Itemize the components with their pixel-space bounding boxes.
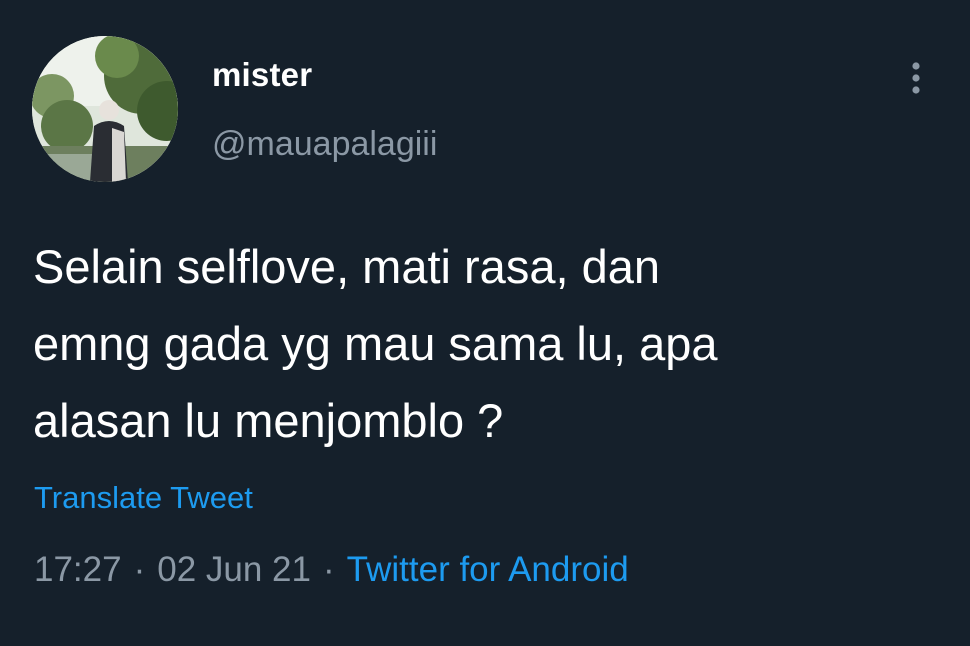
display-name[interactable]: mister <box>212 56 312 94</box>
translate-tweet-link[interactable]: Translate Tweet <box>34 480 253 516</box>
separator: · <box>323 550 335 589</box>
more-options-button[interactable] <box>898 58 934 98</box>
avatar[interactable] <box>32 36 178 182</box>
tweet-metadata: 17:27 · 02 Jun 21 · Twitter for Android <box>34 550 629 590</box>
tweet-text: Selain selflove, mati rasa, dan emng gad… <box>33 240 718 447</box>
user-handle[interactable]: @mauapalagiii <box>212 125 437 164</box>
separator: · <box>133 550 146 589</box>
more-vertical-icon <box>912 62 920 94</box>
profile-photo-icon <box>32 36 178 182</box>
tweet-card: mister @mauapalagiii Selain selflove, ma… <box>0 0 970 646</box>
tweet-time: 17:27 <box>34 550 122 589</box>
tweet-source-link[interactable]: Twitter for Android <box>347 550 629 589</box>
tweet-date: 02 Jun 21 <box>157 550 311 589</box>
